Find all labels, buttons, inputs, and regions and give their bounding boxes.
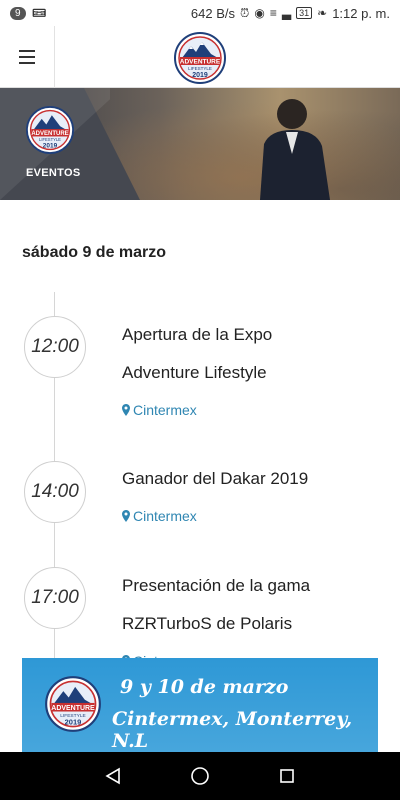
recents-icon[interactable] (274, 763, 300, 789)
speaker-image (260, 99, 330, 200)
alarm-icon: ⏰︎ (240, 5, 250, 20)
event-time: 12:00 (24, 316, 86, 378)
hero-banner: ADVENTURE LIFESTYLE 2019 EVENTOS (0, 88, 400, 200)
battery-icon: 31 (296, 7, 313, 19)
map-pin-icon (122, 510, 130, 522)
voicemail-icon: 📼︎ (31, 6, 47, 20)
map-pin-icon (122, 404, 130, 416)
event-time: 17:00 (24, 567, 86, 629)
adventure-lifestyle-logo-small: ADVENTURE LIFESTYLE 2019 (26, 106, 74, 154)
event-title-line1: Presentación de la gama (122, 576, 311, 595)
wifi-icon: ≡ (269, 6, 277, 20)
event-time: 14:00 (24, 461, 86, 523)
event-title-line2: Adventure Lifestyle (122, 363, 267, 382)
app-bar: ADVENTURE LIFESTYLE 2019 (0, 26, 400, 88)
signal-icon: ▃ (281, 6, 292, 20)
promo-banner[interactable]: ADVENTURE LIFESTYLE 2019 9 y 10 de marzo… (22, 658, 378, 752)
event-title-line1: Ganador del Dakar 2019 (122, 469, 309, 488)
event-location-link[interactable]: Cintermex (122, 402, 197, 418)
status-bar: 9 📼︎ 642 B/s ⏰︎ ◉ ≡ ▃ 31 ❧ 1:12 p. m. (0, 0, 400, 26)
svg-text:ADVENTURE: ADVENTURE (180, 59, 221, 66)
leaf-icon: ❧ (317, 6, 328, 20)
back-icon[interactable] (100, 763, 126, 789)
network-speed: 642 B/s (190, 5, 235, 21)
hamburger-menu-icon[interactable] (14, 44, 42, 70)
svg-text:LIFESTYLE: LIFESTYLE (188, 66, 212, 71)
banner-venue: Cintermex, Monterrey, N.L (112, 708, 353, 752)
event-title-line2: RZRTurboS de Polaris (122, 614, 293, 633)
system-nav-bar (0, 752, 400, 800)
event-location-link[interactable]: Cintermex (122, 508, 197, 524)
svg-text:2019: 2019 (192, 72, 208, 79)
home-icon[interactable] (187, 763, 213, 789)
svg-text:ADVENTURE: ADVENTURE (51, 705, 95, 712)
menu-divider (54, 26, 55, 88)
notification-count-badge: 9 (10, 6, 26, 20)
svg-text:2019: 2019 (43, 143, 58, 150)
svg-text:2019: 2019 (65, 717, 82, 726)
adventure-lifestyle-logo[interactable]: ADVENTURE LIFESTYLE 2019 (173, 32, 227, 84)
banner-dates: 9 y 10 de marzo (120, 676, 289, 698)
svg-text:LIFESTYLE: LIFESTYLE (39, 137, 61, 142)
event-title-line1: Apertura de la Expo (122, 325, 273, 344)
event-location: Cintermex (133, 402, 197, 418)
adventure-lifestyle-logo-banner: ADVENTURE LIFESTYLE 2019 (45, 676, 101, 732)
event-location: Cintermex (133, 508, 197, 524)
eye-icon: ◉ (254, 6, 265, 20)
clock-time: 1:12 p. m. (332, 5, 390, 21)
date-heading: sábado 9 de marzo (22, 244, 167, 261)
hero-title: EVENTOS (26, 167, 81, 179)
